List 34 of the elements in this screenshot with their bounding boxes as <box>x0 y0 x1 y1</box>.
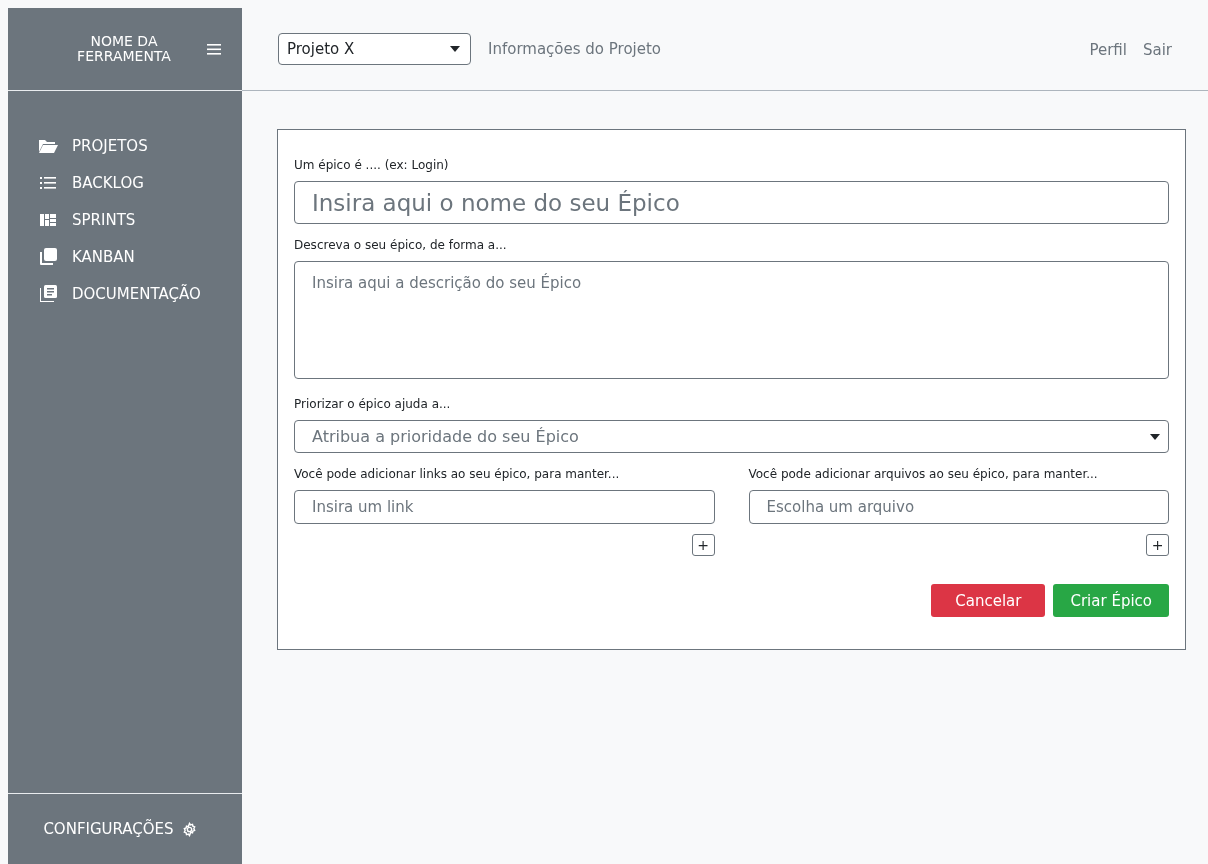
nav-item[interactable]: KANBAN <box>8 242 242 271</box>
add-link-button[interactable]: + <box>691 534 715 556</box>
app-name: NOME DA FERRAMENTA <box>76 34 172 64</box>
field-label: Descreva o seu épico, de forma a... <box>294 238 508 252</box>
folder-icon <box>38 137 58 154</box>
field-label: Um épico é .... (ex: Login) <box>294 158 450 172</box>
document-icon <box>39 285 57 302</box>
nav-link[interactable]: Sair <box>1142 40 1172 59</box>
settings-link[interactable]: CONFIGURAÇÕES <box>43 820 174 838</box>
create-epic-button[interactable]: Criar Épico <box>1053 584 1169 617</box>
field-label: Você pode adicionar arquivos ao seu épico, para manter... <box>748 467 1099 481</box>
copy-icon <box>39 247 57 266</box>
nav-item[interactable]: DOCUMENTAÇÃO <box>8 279 242 308</box>
field-label: Você pode adicionar links ao seu épico, para manter... <box>294 467 621 481</box>
nav-item[interactable]: PROJETOS <box>8 131 242 160</box>
priority-select[interactable]: Atribua a prioridade do seu Épico <box>294 420 1169 453</box>
caret-icon <box>1150 433 1160 440</box>
list-icon <box>40 175 56 190</box>
project-select[interactable]: Projeto X <box>278 33 471 65</box>
epic-name-field[interactable]: Insira aqui o nome do seu Épico <box>294 181 1169 224</box>
description-field[interactable]: Insira aqui a descrição do seu Épico <box>294 261 1169 379</box>
nav-item[interactable]: SPRINTS <box>8 205 242 234</box>
project-info-link[interactable]: Informações do Projeto <box>488 40 1057 58</box>
menu-icon[interactable] <box>207 43 221 55</box>
field-label: Priorizar o épico ajuda a... <box>294 397 452 411</box>
gear-icon[interactable] <box>181 821 197 837</box>
caret-icon <box>450 46 460 52</box>
nav-link[interactable]: Perfil <box>1089 40 1127 59</box>
nav-item[interactable]: BACKLOG <box>8 168 242 197</box>
file-field[interactable]: Escolha um arquivo <box>748 490 1169 524</box>
add-file-button[interactable]: + <box>1146 534 1169 556</box>
cancel-button[interactable]: Cancelar <box>931 584 1046 617</box>
grid-icon <box>40 212 56 227</box>
link-field[interactable]: Insira um link <box>294 490 715 524</box>
